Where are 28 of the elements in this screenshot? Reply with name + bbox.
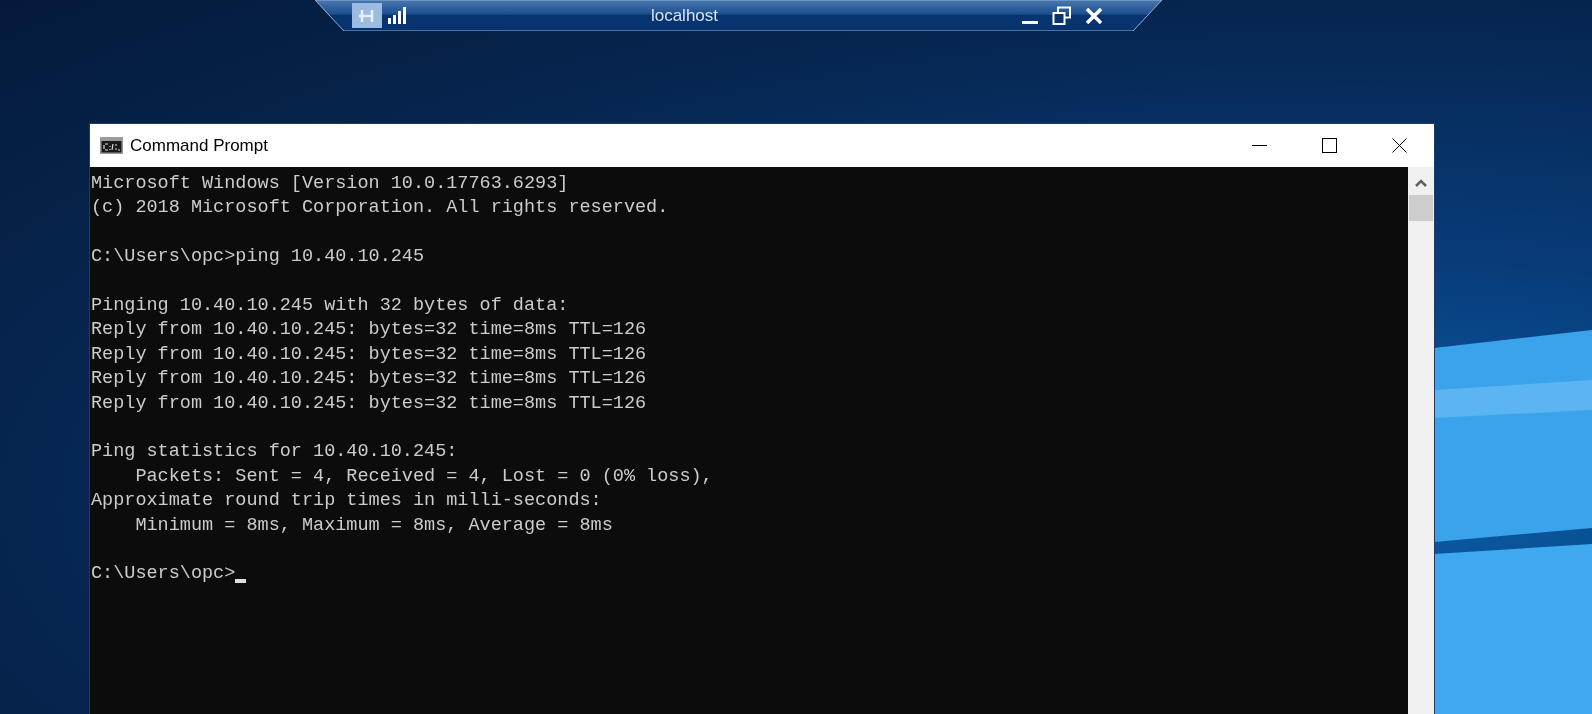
console-line: Approximate round trip times in milli-seconds: (91, 489, 602, 514)
console-line: Microsoft Windows [Version 10.0.17763.6293] (91, 172, 569, 196)
console-line: C:\Users\opc>ping 10.40.10.245 (91, 245, 425, 270)
console-line: (c) 2018 Microsoft Corporation. All rights reserved. (91, 196, 669, 221)
minimize-icon (1251, 145, 1267, 146)
window-title: Command Prompt (130, 134, 268, 157)
pin-icon (359, 8, 375, 23)
scroll-up-icon[interactable] (1415, 179, 1427, 187)
restore-icon[interactable] (1052, 5, 1072, 26)
maximize-icon (1321, 138, 1337, 153)
close-icon[interactable] (1086, 7, 1102, 24)
remote-bar-title: localhost (650, 4, 719, 27)
console-prompt: C:\Users\opc> (91, 562, 236, 587)
console-line: Ping statistics for 10.40.10.245: (91, 440, 458, 465)
console-line: Reply from 10.40.10.245: bytes=32 time=8ms TTL=126 (91, 391, 647, 416)
pin-button[interactable] (352, 3, 382, 28)
scrollbar[interactable] (1408, 167, 1434, 714)
close-icon (1391, 138, 1407, 153)
console-line: Packets: Sent = 4, Received = 4, Lost = 0 (0% loss), (134, 464, 713, 489)
scrollbar-thumb[interactable] (1409, 195, 1433, 221)
terminal-icon (100, 137, 123, 154)
console-line: Reply from 10.40.10.245: bytes=32 time=8ms TTL=126 (91, 318, 647, 343)
console-line: Minimum = 8ms, Maximum = 8ms, Average = 8ms (134, 513, 613, 538)
console-line: Reply from 10.40.10.245: bytes=32 time=8ms TTL=126 (91, 342, 647, 367)
console-line: Reply from 10.40.10.245: bytes=32 time=8ms TTL=126 (91, 367, 647, 392)
console-line: Pinging 10.40.10.245 with 32 bytes of data: (91, 294, 569, 318)
signal-strength-icon[interactable] (388, 7, 407, 24)
text-cursor (235, 578, 247, 583)
